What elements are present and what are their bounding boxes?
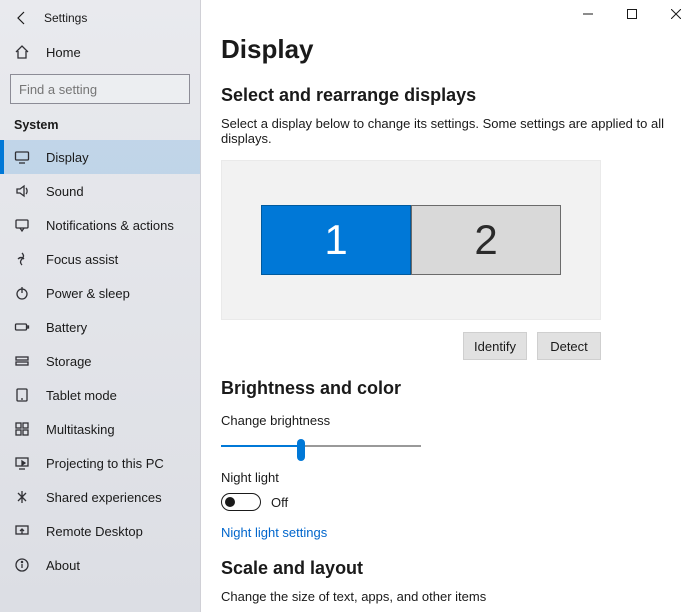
notifications-icon xyxy=(14,217,30,233)
search-field[interactable] xyxy=(11,82,203,97)
monitor-1[interactable]: 1 xyxy=(261,205,411,275)
detect-button[interactable]: Detect xyxy=(537,332,601,360)
monitor-2[interactable]: 2 xyxy=(411,205,561,275)
night-light-label: Night light xyxy=(221,470,676,485)
sidebar-item-battery[interactable]: Battery xyxy=(0,310,200,344)
minimize-button[interactable] xyxy=(566,0,610,28)
night-light-settings-link[interactable]: Night light settings xyxy=(221,525,327,540)
home-label: Home xyxy=(46,45,81,60)
tablet-icon xyxy=(14,387,30,403)
power-icon xyxy=(14,285,30,301)
sidebar-item-label: Focus assist xyxy=(46,252,118,267)
shared-icon xyxy=(14,489,30,505)
sidebar-item-multitasking[interactable]: Multitasking xyxy=(0,412,200,446)
sidebar-item-sound[interactable]: Sound xyxy=(0,174,200,208)
arrange-description: Select a display below to change its set… xyxy=(221,116,676,146)
sidebar-home[interactable]: Home xyxy=(0,36,200,68)
sidebar-group-system: System xyxy=(0,116,200,140)
display-icon xyxy=(14,149,30,165)
brightness-slider[interactable] xyxy=(221,436,421,456)
sidebar-item-label: Projecting to this PC xyxy=(46,456,164,471)
sound-icon xyxy=(14,183,30,199)
main-panel: Display Select and rearrange displays Se… xyxy=(201,0,700,612)
projecting-icon xyxy=(14,455,30,471)
brightness-slider-label: Change brightness xyxy=(221,413,676,428)
battery-icon xyxy=(14,319,30,335)
sidebar-item-display[interactable]: Display xyxy=(0,140,200,174)
sidebar-item-label: Power & sleep xyxy=(46,286,130,301)
sidebar-item-label: Display xyxy=(46,150,89,165)
storage-icon xyxy=(14,353,30,369)
sidebar-item-label: Shared experiences xyxy=(46,490,162,505)
sidebar-item-power-sleep[interactable]: Power & sleep xyxy=(0,276,200,310)
section-brightness-heading: Brightness and color xyxy=(221,378,676,399)
sidebar-item-shared-experiences[interactable]: Shared experiences xyxy=(0,480,200,514)
identify-button[interactable]: Identify xyxy=(463,332,527,360)
sidebar-item-tablet-mode[interactable]: Tablet mode xyxy=(0,378,200,412)
sidebar-item-label: Notifications & actions xyxy=(46,218,174,233)
titlebar xyxy=(201,0,700,30)
slider-fill xyxy=(221,445,301,447)
sidebar-item-label: Storage xyxy=(46,354,92,369)
multitasking-icon xyxy=(14,421,30,437)
sidebar-item-label: About xyxy=(46,558,80,573)
remote-desktop-icon xyxy=(14,523,30,539)
night-light-toggle[interactable] xyxy=(221,493,261,511)
app-title: Settings xyxy=(44,11,87,25)
focus-assist-icon xyxy=(14,251,30,267)
toggle-knob xyxy=(225,497,235,507)
sidebar-item-label: Battery xyxy=(46,320,87,335)
display-arrangement-area[interactable]: 1 2 xyxy=(221,160,601,320)
sidebar-header: Settings xyxy=(0,6,200,36)
sidebar-item-focus-assist[interactable]: Focus assist xyxy=(0,242,200,276)
sidebar-item-projecting[interactable]: Projecting to this PC xyxy=(0,446,200,480)
sidebar-item-label: Multitasking xyxy=(46,422,115,437)
sidebar-item-remote-desktop[interactable]: Remote Desktop xyxy=(0,514,200,548)
sidebar-item-label: Tablet mode xyxy=(46,388,117,403)
sidebar-item-label: Sound xyxy=(46,184,84,199)
search-input[interactable] xyxy=(10,74,190,104)
about-icon xyxy=(14,557,30,573)
home-icon xyxy=(14,44,30,60)
night-light-state: Off xyxy=(271,495,288,510)
sidebar-item-about[interactable]: About xyxy=(0,548,200,582)
slider-thumb[interactable] xyxy=(297,439,305,461)
sidebar-item-notifications[interactable]: Notifications & actions xyxy=(0,208,200,242)
close-button[interactable] xyxy=(654,0,698,28)
sidebar: Settings Home System Display Sound Notif… xyxy=(0,0,201,612)
scale-label: Change the size of text, apps, and other… xyxy=(221,589,676,604)
sidebar-item-label: Remote Desktop xyxy=(46,524,143,539)
section-scale-heading: Scale and layout xyxy=(221,558,676,579)
sidebar-item-storage[interactable]: Storage xyxy=(0,344,200,378)
back-icon[interactable] xyxy=(14,10,30,26)
section-arrange-heading: Select and rearrange displays xyxy=(221,85,676,106)
page-title: Display xyxy=(221,34,676,65)
maximize-button[interactable] xyxy=(610,0,654,28)
